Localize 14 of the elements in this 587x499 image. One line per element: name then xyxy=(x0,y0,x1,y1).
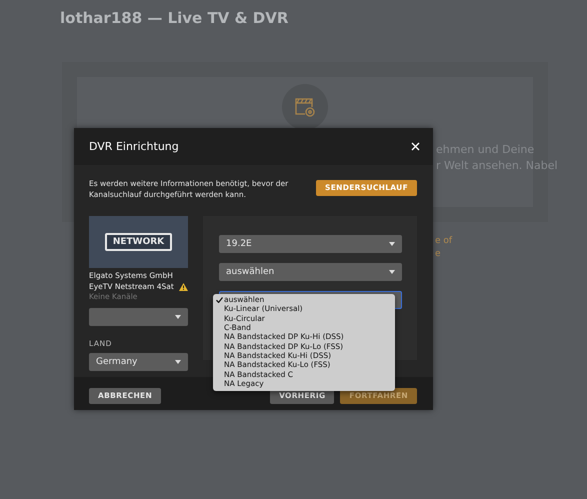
caret-icon xyxy=(175,314,181,318)
page-title: lothar188 — Live TV & DVR xyxy=(60,9,288,27)
dialog-title: DVR Einrichtung xyxy=(89,140,179,153)
caret-icon xyxy=(389,270,395,274)
close-button[interactable] xyxy=(409,140,422,153)
network-badge: NETWORK xyxy=(104,233,172,251)
select-field[interactable]: 19.2E xyxy=(219,235,402,253)
caret-icon xyxy=(389,242,395,246)
clapperboard-icon xyxy=(295,97,315,117)
select-field[interactable]: auswählen xyxy=(219,263,402,281)
caret-icon xyxy=(175,360,181,364)
close-icon xyxy=(411,142,420,151)
select-field[interactable] xyxy=(89,308,188,326)
select-field[interactable]: Germany xyxy=(89,352,188,370)
